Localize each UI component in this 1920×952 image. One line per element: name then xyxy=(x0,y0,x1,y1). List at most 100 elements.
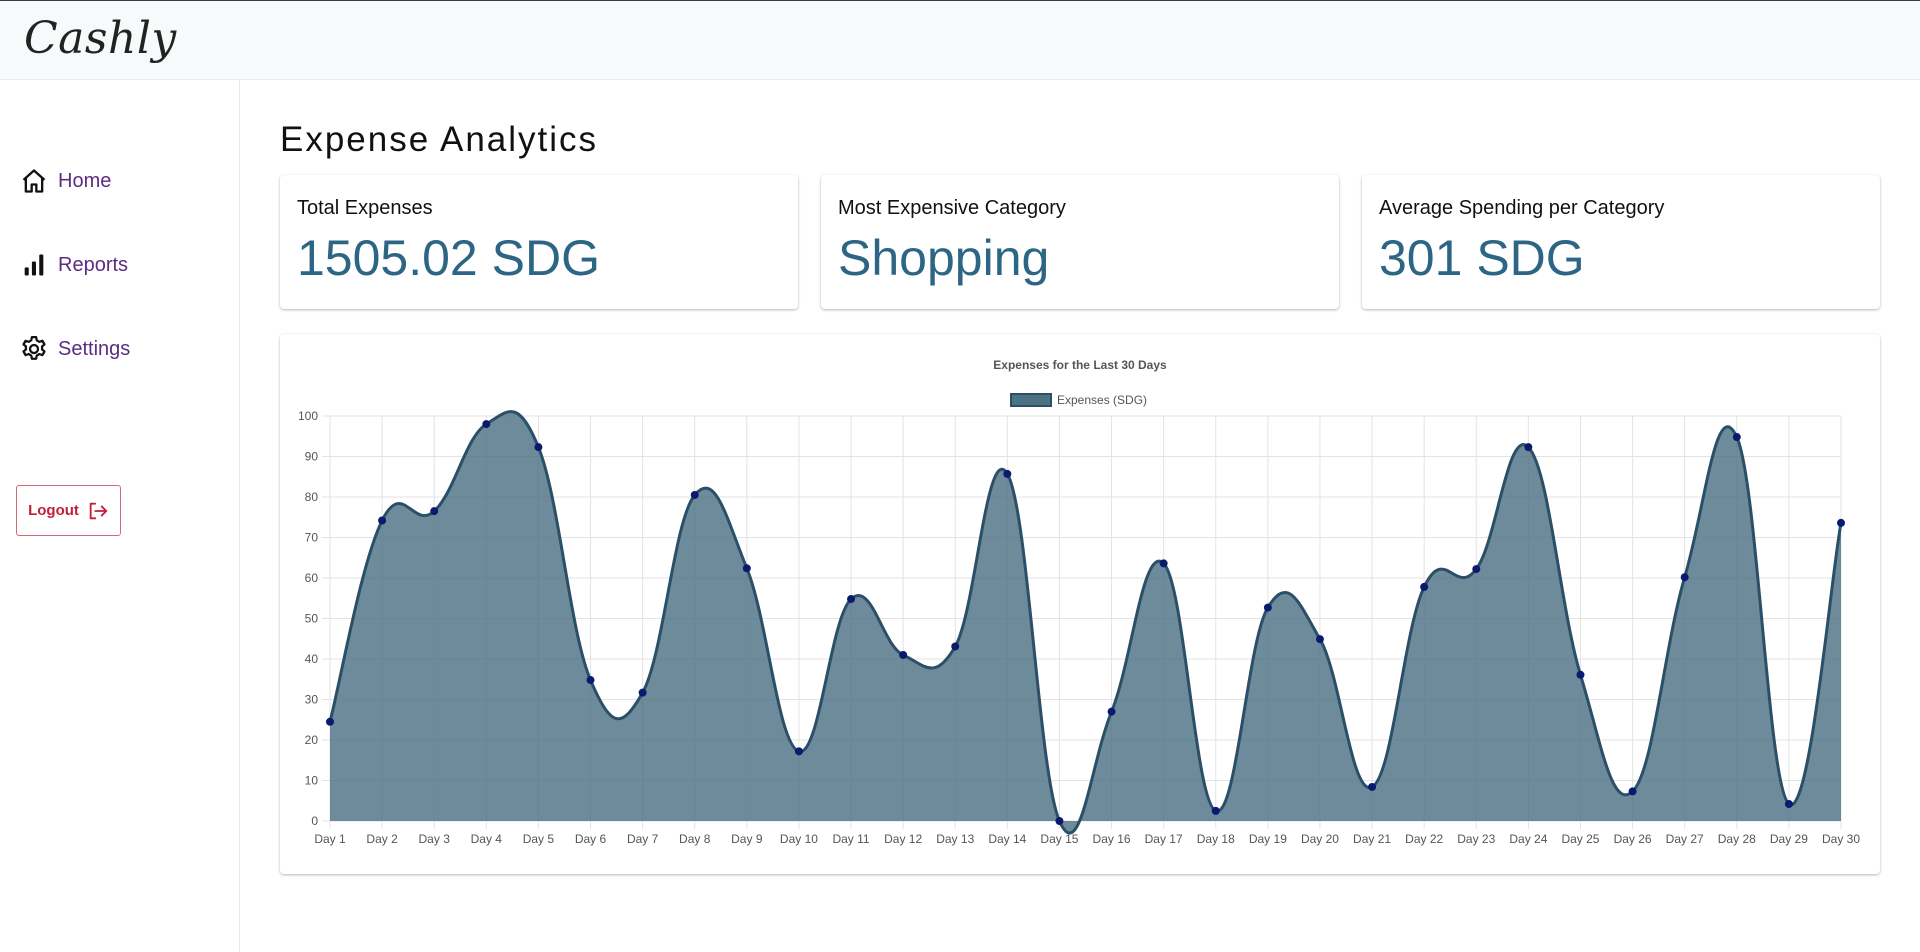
y-tick-label: 90 xyxy=(305,450,319,464)
data-point xyxy=(1524,443,1533,452)
page-title: Expense Analytics xyxy=(280,120,599,159)
x-tick-label: Day 10 xyxy=(780,832,818,846)
data-point xyxy=(1107,707,1116,716)
data-point xyxy=(378,516,387,525)
x-tick-label: Day 4 xyxy=(471,832,503,846)
sidebar-item-label: Reports xyxy=(58,253,129,276)
expenses-area-chart: Expenses for the Last 30 Days Expenses (S… xyxy=(298,358,1860,846)
x-tick-label: Day 7 xyxy=(627,832,659,846)
y-tick-label: 100 xyxy=(298,409,318,423)
x-tick-label: Day 13 xyxy=(936,832,974,846)
data-point xyxy=(638,688,647,697)
logout-icon xyxy=(87,500,109,522)
stat-card-average-spending: Average Spending per Category 301 SDG xyxy=(1362,175,1880,309)
sidebar-item-settings[interactable]: Settings xyxy=(18,333,130,365)
data-point xyxy=(1055,817,1064,825)
legend-swatch xyxy=(1010,393,1052,407)
y-tick-label: 70 xyxy=(305,531,319,545)
chart-title: Expenses for the Last 30 Days xyxy=(993,358,1167,372)
x-tick-label: Day 24 xyxy=(1509,832,1547,846)
x-tick-label: Day 23 xyxy=(1457,832,1495,846)
card-label: Average Spending per Category xyxy=(1379,197,1665,219)
stat-card-most-expensive-category: Most Expensive Category Shopping xyxy=(821,175,1339,309)
x-tick-label: Day 12 xyxy=(884,832,922,846)
data-point xyxy=(482,420,491,429)
gear-icon xyxy=(18,333,50,365)
card-label: Most Expensive Category xyxy=(838,197,1066,219)
x-tick-label: Day 6 xyxy=(575,832,607,846)
y-tick-label: 60 xyxy=(305,571,319,585)
x-tick-label: Day 19 xyxy=(1249,832,1287,846)
x-tick-label: Day 30 xyxy=(1822,832,1860,846)
data-point xyxy=(326,717,334,726)
card-value: 1505.02 SDG xyxy=(297,230,600,286)
x-tick-label: Day 25 xyxy=(1561,832,1599,846)
x-tick-label: Day 15 xyxy=(1040,832,1078,846)
y-tick-label: 10 xyxy=(305,774,319,788)
data-point xyxy=(1680,573,1689,582)
data-point xyxy=(899,650,908,659)
bar-chart-icon xyxy=(18,249,50,281)
x-tick-label: Day 16 xyxy=(1093,832,1131,846)
card-value: 301 SDG xyxy=(1379,230,1585,286)
x-tick-label: Day 26 xyxy=(1614,832,1652,846)
card-value: Shopping xyxy=(838,230,1050,286)
data-point xyxy=(1837,518,1845,527)
data-point xyxy=(847,595,856,604)
y-tick-label: 80 xyxy=(305,490,319,504)
x-tick-label: Day 20 xyxy=(1301,832,1339,846)
data-point xyxy=(1211,806,1220,815)
x-tick-label: Day 18 xyxy=(1197,832,1235,846)
sidebar-item-label: Home xyxy=(58,169,112,192)
data-point xyxy=(1368,782,1377,791)
x-tick-label: Day 21 xyxy=(1353,832,1391,846)
x-tick-label: Day 22 xyxy=(1405,832,1443,846)
data-point xyxy=(1472,565,1481,574)
logout-button[interactable]: Logout xyxy=(16,485,121,536)
sidebar: Home Reports Settings Logout xyxy=(0,80,240,952)
data-point xyxy=(690,490,699,499)
data-point xyxy=(586,676,595,685)
data-point xyxy=(1576,670,1585,679)
data-point xyxy=(1263,603,1272,612)
data-point xyxy=(742,564,751,573)
data-point xyxy=(1159,559,1168,568)
data-point xyxy=(430,507,439,516)
x-tick-label: Day 1 xyxy=(314,832,346,846)
y-tick-label: 0 xyxy=(311,814,318,828)
x-tick-label: Day 14 xyxy=(988,832,1026,846)
data-point xyxy=(1628,787,1637,796)
home-icon xyxy=(18,165,50,197)
app-logo[interactable]: Cashly xyxy=(24,13,177,64)
legend-label: Expenses (SDG) xyxy=(1057,393,1147,407)
data-point xyxy=(1732,433,1741,442)
data-point xyxy=(951,642,960,651)
data-point xyxy=(1420,582,1429,591)
x-tick-label: Day 29 xyxy=(1770,832,1808,846)
logout-label: Logout xyxy=(28,502,79,519)
x-tick-label: Day 3 xyxy=(419,832,451,846)
stat-card-total-expenses: Total Expenses 1505.02 SDG xyxy=(280,175,798,309)
sidebar-item-reports[interactable]: Reports xyxy=(18,249,128,281)
x-tick-label: Day 17 xyxy=(1145,832,1183,846)
y-tick-label: 50 xyxy=(305,612,319,626)
data-point xyxy=(1003,469,1012,478)
card-label: Total Expenses xyxy=(297,197,433,219)
y-tick-label: 20 xyxy=(305,733,319,747)
x-tick-label: Day 8 xyxy=(679,832,711,846)
x-tick-label: Day 9 xyxy=(731,832,763,846)
y-tick-label: 30 xyxy=(305,693,319,707)
expenses-chart-card: Expenses for the Last 30 Days Expenses (S… xyxy=(280,334,1880,874)
data-point xyxy=(534,443,543,452)
x-tick-label: Day 27 xyxy=(1666,832,1704,846)
sidebar-item-home[interactable]: Home xyxy=(18,165,111,197)
x-tick-label: Day 28 xyxy=(1718,832,1756,846)
x-tick-label: Day 2 xyxy=(366,832,398,846)
sidebar-item-label: Settings xyxy=(58,337,131,360)
x-tick-label: Day 5 xyxy=(523,832,555,846)
data-point xyxy=(794,747,803,756)
data-point xyxy=(1315,635,1324,644)
series-area-fill xyxy=(330,411,1841,834)
x-tick-label: Day 11 xyxy=(832,832,869,846)
y-tick-label: 40 xyxy=(305,652,319,666)
